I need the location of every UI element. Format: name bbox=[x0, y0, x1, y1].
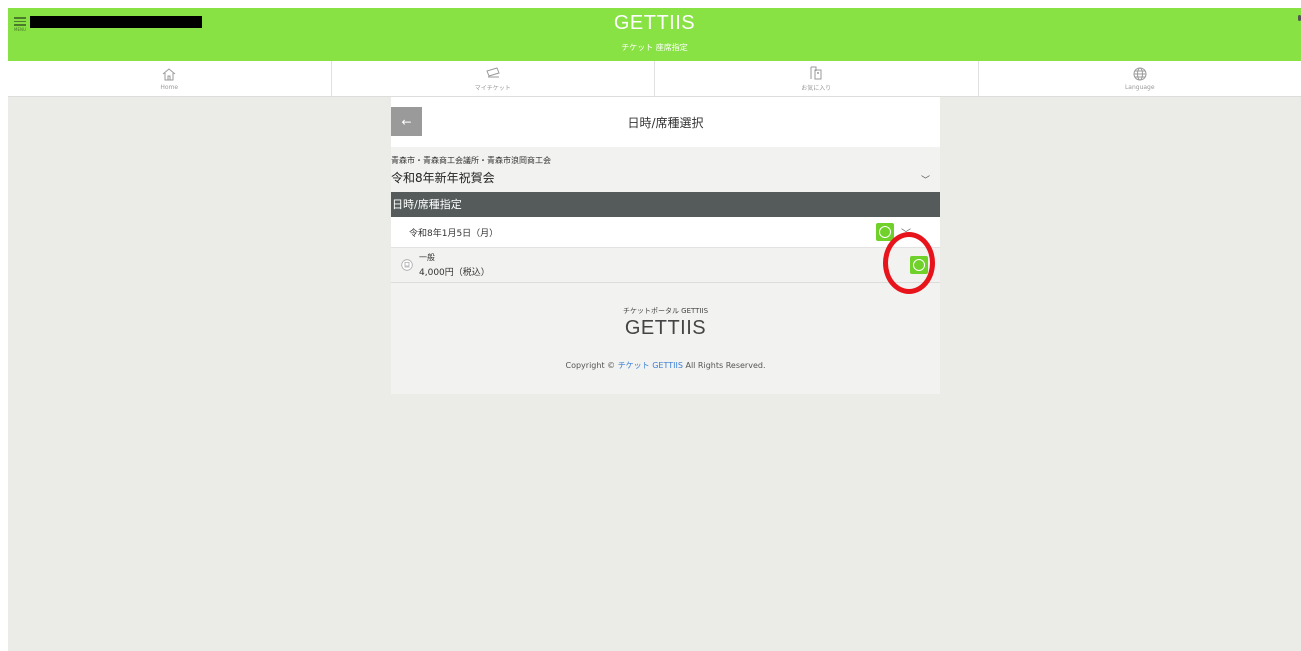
copyright-prefix: Copyright © bbox=[565, 361, 616, 370]
highlight-circle bbox=[883, 232, 935, 294]
top-header: MENU GETTIIS チケット 座席指定 bbox=[8, 8, 1301, 61]
nav-label-home: Home bbox=[160, 84, 179, 91]
event-date: 令和8年1月5日（月） bbox=[409, 229, 499, 239]
nav-item-my-ticket[interactable]: マイチケット bbox=[332, 61, 655, 96]
event-name: 令和8年新年祝賀会 bbox=[391, 171, 495, 185]
seat-icon bbox=[401, 259, 413, 271]
date-row[interactable]: 令和8年1月5日（月） ﹀ bbox=[391, 217, 940, 248]
copyright-link[interactable]: チケット GETTIIS bbox=[618, 361, 683, 370]
section-title: 日時/席種指定 bbox=[392, 198, 462, 211]
section-header: 日時/席種指定 bbox=[391, 192, 940, 217]
footer-logo[interactable]: GETTIIS bbox=[391, 317, 940, 340]
nav-bar: Home マイチケット お気に入り Language bbox=[8, 61, 1301, 97]
main-panel: ← 日時/席種選択 青森市・青森商工会議所・青森市浪岡商工会 令和8年新年祝賀会… bbox=[391, 97, 940, 394]
copyright: Copyright © チケット GETTIIS All Rights Rese… bbox=[391, 360, 940, 371]
title-bar: ← 日時/席種選択 bbox=[391, 97, 940, 147]
nav-item-home[interactable]: Home bbox=[8, 61, 332, 96]
event-organizer: 青森市・青森商工会議所・青森市浪岡商工会 bbox=[391, 156, 551, 165]
page-title: 日時/席種選択 bbox=[627, 116, 704, 130]
ticket-type-label: 一般 bbox=[419, 253, 435, 262]
brand-subtitle: チケット 座席指定 bbox=[621, 43, 688, 52]
brand-title[interactable]: GETTIIS bbox=[8, 12, 1301, 35]
home-icon bbox=[162, 68, 176, 81]
nav-label-my-ticket: マイチケット bbox=[474, 85, 511, 92]
footer-portal-label: チケットポータル GETTIIS bbox=[622, 307, 709, 315]
copyright-suffix: All Rights Reserved. bbox=[685, 361, 766, 370]
nav-item-favorites[interactable]: お気に入り bbox=[655, 61, 979, 96]
nav-item-language[interactable]: Language bbox=[979, 61, 1301, 96]
event-info[interactable]: 青森市・青森商工会議所・青森市浪岡商工会 令和8年新年祝賀会 ﹀ bbox=[391, 147, 940, 192]
nav-label-favorites: お気に入り bbox=[801, 85, 832, 92]
nav-label-language: Language bbox=[1124, 84, 1155, 91]
ticket-price: 4,000円（税込） bbox=[419, 268, 490, 278]
chevron-down-icon[interactable]: ﹀ bbox=[921, 173, 930, 186]
globe-icon bbox=[1133, 67, 1147, 81]
favorite-icon bbox=[810, 66, 822, 80]
circle-icon bbox=[879, 226, 891, 238]
ticket-icon bbox=[486, 67, 500, 78]
ticket-type-row[interactable]: 一般 4,000円（税込） bbox=[391, 248, 940, 283]
